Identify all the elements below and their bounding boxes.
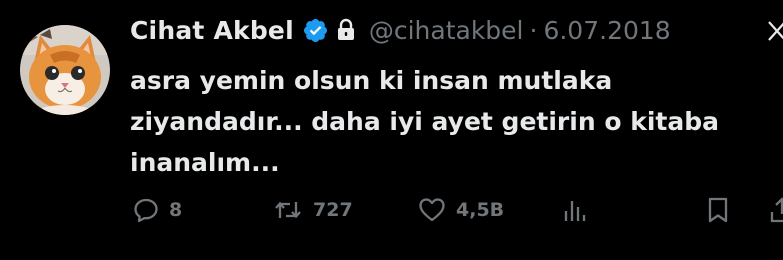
repost-icon <box>272 196 304 224</box>
tweet-text: asra yemin olsun ki insan mutlaka ziyand… <box>130 66 719 177</box>
heart-icon <box>417 196 447 224</box>
cat-avatar-image <box>20 25 110 115</box>
verified-badge-icon[interactable] <box>302 17 329 44</box>
views-button[interactable] <box>562 194 590 226</box>
author-name[interactable]: Cihat Akbel <box>130 16 294 45</box>
author-handle[interactable]: @cihatakbel <box>369 16 524 45</box>
action-bar: 8 727 4,5B <box>132 194 783 226</box>
repost-button[interactable]: 727 <box>272 194 353 226</box>
separator-dot: · <box>529 15 538 45</box>
reply-count: 8 <box>169 199 183 221</box>
reply-button[interactable]: 8 <box>132 194 182 226</box>
like-count: 4,5B <box>456 199 505 221</box>
tweet-header: Cihat Akbel @cihatakbel · 6.07.2018 <box>130 10 671 50</box>
tweet-date[interactable]: 6.07.2018 <box>543 16 670 45</box>
reply-icon <box>132 196 160 224</box>
bookmark-button[interactable] <box>704 194 732 226</box>
repost-count: 727 <box>313 199 353 221</box>
more-icon[interactable] <box>765 20 783 42</box>
views-icon <box>562 196 590 224</box>
lock-icon <box>335 18 357 42</box>
avatar[interactable] <box>20 25 110 115</box>
share-icon <box>768 196 783 224</box>
share-button[interactable] <box>768 194 783 226</box>
bookmark-icon <box>704 196 732 224</box>
tweet[interactable]: Cihat Akbel @cihatakbel · 6.07.2018 asra… <box>0 0 783 260</box>
like-button[interactable]: 4,5B <box>417 194 504 226</box>
